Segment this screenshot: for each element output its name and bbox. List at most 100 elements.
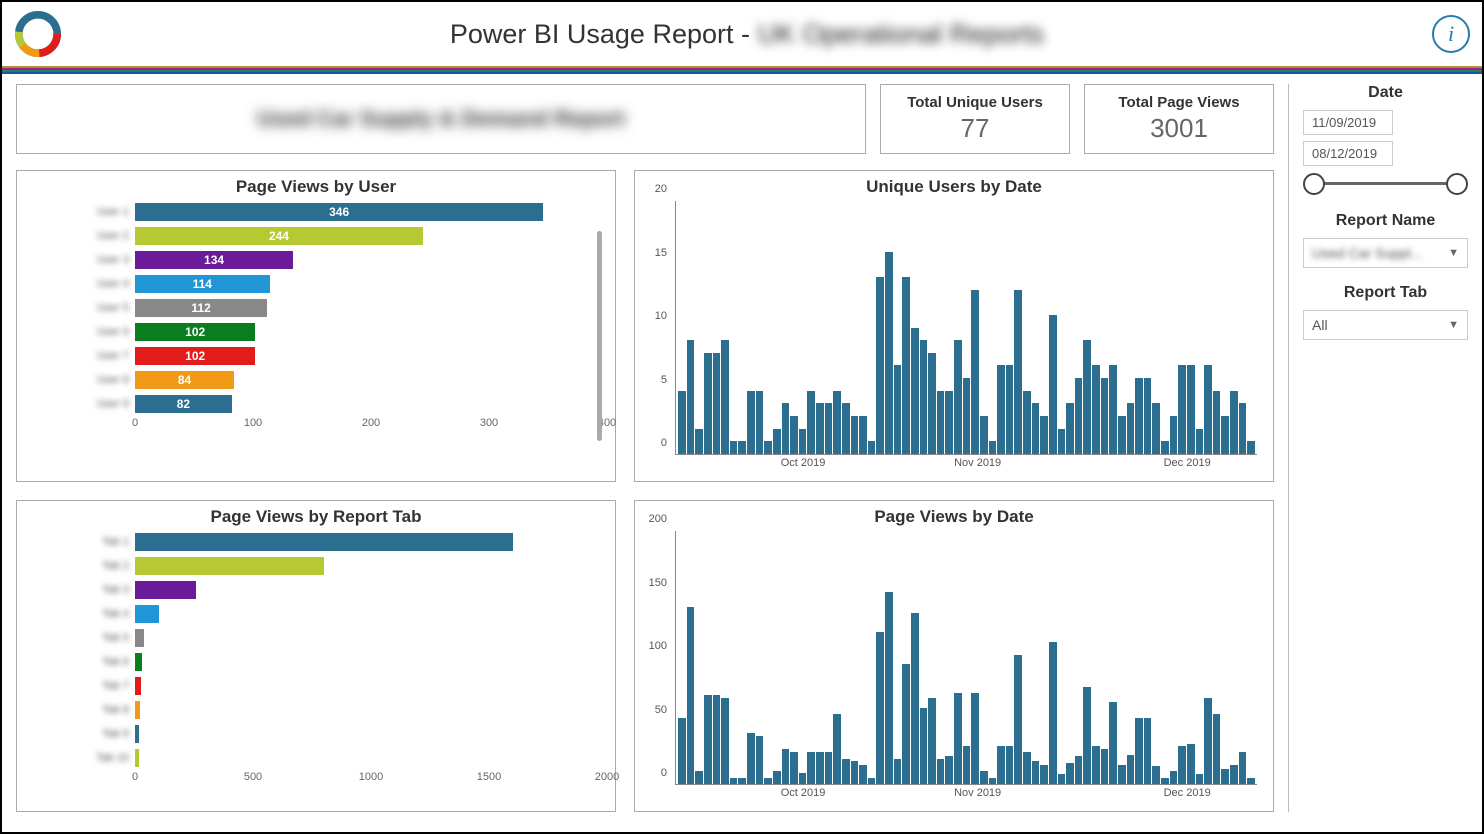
bar[interactable] [764, 778, 772, 784]
bar[interactable] [937, 759, 945, 784]
bar[interactable] [894, 365, 902, 454]
bar[interactable] [713, 353, 721, 454]
bar[interactable] [1187, 365, 1195, 454]
bar[interactable] [807, 752, 815, 784]
bar[interactable] [954, 693, 962, 784]
bar[interactable] [851, 761, 859, 784]
bar[interactable] [1058, 429, 1066, 454]
bar[interactable] [1127, 403, 1135, 454]
bar[interactable] [842, 759, 850, 784]
bar[interactable] [911, 328, 919, 455]
slider-handle-left[interactable] [1303, 173, 1325, 195]
bar[interactable] [1161, 778, 1169, 784]
bar[interactable] [1161, 441, 1169, 454]
bar[interactable] [937, 391, 945, 454]
bar[interactable] [687, 607, 695, 784]
bar[interactable] [1187, 744, 1195, 784]
bar[interactable] [1230, 391, 1238, 454]
bar[interactable] [1032, 403, 1040, 454]
chart-page-views-by-date[interactable]: Page Views by Date050100150200Oct 2019No… [634, 500, 1274, 812]
bar[interactable] [721, 698, 729, 784]
bar[interactable] [1058, 774, 1066, 784]
bar[interactable] [902, 277, 910, 454]
bar[interactable] [782, 749, 790, 784]
bar[interactable] [1118, 416, 1126, 454]
bar-row[interactable]: User 3 134 [25, 249, 607, 271]
bar[interactable] [868, 778, 876, 784]
bar[interactable] [859, 765, 867, 784]
bar[interactable] [825, 752, 833, 784]
bar[interactable] [773, 429, 781, 454]
bar[interactable] [1109, 702, 1117, 784]
bar[interactable] [695, 771, 703, 784]
bar[interactable] [1049, 642, 1057, 784]
bar[interactable] [738, 441, 746, 454]
bar[interactable] [876, 277, 884, 454]
bar[interactable] [1083, 687, 1091, 784]
bar[interactable] [971, 290, 979, 454]
bar[interactable] [997, 746, 1005, 784]
bar[interactable] [799, 429, 807, 454]
bar[interactable] [1049, 315, 1057, 454]
bar[interactable] [997, 365, 1005, 454]
bar[interactable] [773, 771, 781, 784]
bar[interactable] [842, 403, 850, 454]
bar[interactable] [920, 340, 928, 454]
bar[interactable] [695, 429, 703, 454]
bar[interactable] [704, 353, 712, 454]
bar[interactable] [747, 391, 755, 454]
bar[interactable] [954, 340, 962, 454]
bar[interactable] [1230, 765, 1238, 784]
report-name-dropdown[interactable]: Used Car Suppl... ▼ [1303, 238, 1468, 268]
bar-row[interactable]: Tab 3 [25, 579, 607, 601]
bar[interactable] [1152, 766, 1160, 784]
bar-row[interactable]: User 4 114 [25, 273, 607, 295]
bar[interactable] [851, 416, 859, 454]
bar-row[interactable]: Tab 7 [25, 675, 607, 697]
bar[interactable] [833, 714, 841, 784]
bar[interactable] [1066, 403, 1074, 454]
bar[interactable] [1204, 365, 1212, 454]
bar-row[interactable]: Tab 8 [25, 699, 607, 721]
bar[interactable] [807, 391, 815, 454]
scrollbar[interactable] [597, 231, 602, 441]
bar[interactable] [920, 708, 928, 784]
bar-row[interactable]: Tab 9 [25, 723, 607, 745]
chart-unique-users-by-date[interactable]: Unique Users by Date05101520Oct 2019Nov … [634, 170, 1274, 482]
bar[interactable] [1023, 391, 1031, 454]
bar-row[interactable]: User 7 102 [25, 345, 607, 367]
bar[interactable] [678, 718, 686, 784]
bar[interactable] [678, 391, 686, 454]
bar[interactable] [833, 391, 841, 454]
bar[interactable] [1014, 290, 1022, 454]
bar[interactable] [980, 771, 988, 784]
bar[interactable] [782, 403, 790, 454]
bar[interactable] [1083, 340, 1091, 454]
bar-row[interactable]: User 2 244 [25, 225, 607, 247]
bar[interactable] [1101, 378, 1109, 454]
date-slider[interactable] [1303, 172, 1468, 196]
bar[interactable] [1127, 755, 1135, 784]
bar[interactable] [1178, 746, 1186, 784]
bar[interactable] [747, 733, 755, 784]
bar[interactable] [1101, 749, 1109, 784]
bar[interactable] [1032, 761, 1040, 784]
bar[interactable] [1144, 718, 1152, 784]
bar[interactable] [928, 698, 936, 784]
bar[interactable] [756, 391, 764, 454]
bar[interactable] [902, 664, 910, 784]
bar-row[interactable]: User 5 112 [25, 297, 607, 319]
bar[interactable] [1239, 403, 1247, 454]
bar[interactable] [971, 693, 979, 784]
date-end-input[interactable]: 08/12/2019 [1303, 141, 1393, 166]
bar[interactable] [704, 695, 712, 784]
bar-row[interactable]: Tab 1 [25, 531, 607, 553]
bar[interactable] [1109, 365, 1117, 454]
bar[interactable] [1118, 765, 1126, 784]
bar[interactable] [730, 778, 738, 784]
bar[interactable] [738, 778, 746, 784]
bar[interactable] [1247, 441, 1255, 454]
bar[interactable] [1178, 365, 1186, 454]
bar[interactable] [1006, 365, 1014, 454]
bar[interactable] [790, 752, 798, 784]
